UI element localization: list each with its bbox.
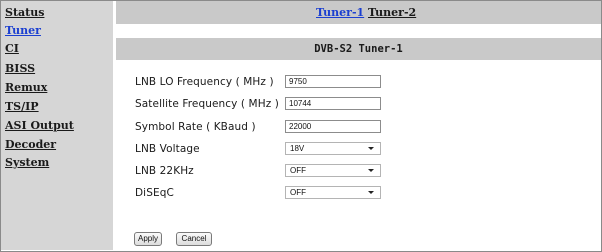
diseqc-label: DiSEqC xyxy=(135,187,174,199)
satellite-frequency-label: Satellite Frequency ( MHz ) xyxy=(135,98,279,110)
tab-tuner-2[interactable]: Tuner-2 xyxy=(368,6,416,19)
lnb-lo-frequency-input[interactable]: 9750 xyxy=(285,75,381,88)
lnb-voltage-label: LNB Voltage xyxy=(135,143,200,155)
lnb-22khz-select[interactable]: OFF xyxy=(285,164,381,177)
tab-tuner-1[interactable]: Tuner-1 xyxy=(316,6,364,19)
chevron-down-icon xyxy=(368,191,374,194)
sidebar: Status Tuner CI BISS Remux TS/IP ASI Out… xyxy=(1,1,113,250)
symbol-rate-input[interactable]: 22000 xyxy=(285,120,381,133)
sidebar-item-tuner[interactable]: Tuner xyxy=(5,24,41,37)
chevron-down-icon xyxy=(368,169,374,172)
sidebar-item-remux[interactable]: Remux xyxy=(5,81,47,94)
lnb-voltage-select[interactable]: 18V xyxy=(285,142,381,155)
chevron-down-icon xyxy=(368,147,374,150)
section-title-bar: DVB-S2 Tuner-1 xyxy=(116,38,601,60)
tuner-tab-bar: Tuner-1 Tuner-2 xyxy=(116,1,601,24)
diseqc-select[interactable]: OFF xyxy=(285,186,381,199)
lnb-lo-frequency-label: LNB LO Frequency ( MHz ) xyxy=(135,76,274,88)
sidebar-item-biss[interactable]: BISS xyxy=(5,62,35,75)
sidebar-item-ci[interactable]: CI xyxy=(5,42,19,55)
sidebar-item-asi-output[interactable]: ASI Output xyxy=(5,119,74,132)
section-title: DVB-S2 Tuner-1 xyxy=(314,43,403,55)
sidebar-item-decoder[interactable]: Decoder xyxy=(5,138,56,151)
diseqc-value: OFF xyxy=(290,188,306,197)
cancel-button[interactable]: Cancel xyxy=(176,232,212,246)
lnb-voltage-value: 18V xyxy=(290,144,305,153)
lnb-22khz-label: LNB 22KHz xyxy=(135,165,194,177)
sidebar-item-tsip[interactable]: TS/IP xyxy=(5,100,39,113)
symbol-rate-label: Symbol Rate ( KBaud ) xyxy=(135,121,256,133)
sidebar-item-status[interactable]: Status xyxy=(5,6,44,19)
apply-button[interactable]: Apply xyxy=(134,232,162,246)
sidebar-item-system[interactable]: System xyxy=(5,156,49,169)
satellite-frequency-input[interactable]: 10744 xyxy=(285,97,381,110)
lnb-22khz-value: OFF xyxy=(290,166,306,175)
